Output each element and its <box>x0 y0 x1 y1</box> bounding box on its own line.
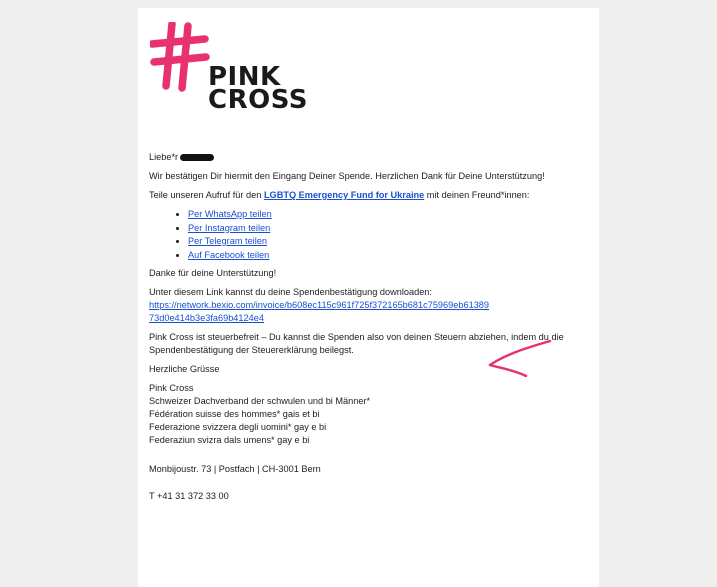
signature-line: Fédération suisse des hommes* gais et bi <box>149 409 320 419</box>
share-telegram-link[interactable]: Per Telegram teilen <box>188 236 267 246</box>
redacted-name <box>180 154 215 162</box>
pink-cross-logo: PINK CROSS <box>150 22 320 122</box>
address: Monbijoustr. 73 | Postfach | CH-3001 Ber… <box>149 464 321 474</box>
signature-line: Schweizer Dachverband der schwulen und b… <box>149 396 371 406</box>
share-intro: Teile unseren Aufruf für den LGBTQ Emerg… <box>149 189 589 202</box>
signature-line: Federaziun svizra dals umens* gay e bi <box>149 435 310 445</box>
fund-link[interactable]: LGBTQ Emergency Fund for Ukraine <box>264 190 424 200</box>
share-whatsapp-link[interactable]: Per WhatsApp teilen <box>188 209 272 219</box>
download-link[interactable]: https://network.bexio.com/invoice/b608ec… <box>149 299 494 325</box>
share-list: Per WhatsApp teilen Per Instagram teilen… <box>149 208 589 262</box>
signature-block: Pink Cross Schweizer Dachverband der sch… <box>149 382 589 503</box>
share-instagram-link[interactable]: Per Instagram teilen <box>188 223 270 233</box>
hand-drawn-arrow-icon <box>488 339 552 378</box>
email-body: PINK CROSS Liebe*r Wir bestätigen Dir hi… <box>138 8 599 587</box>
logo-wordmark: PINK CROSS <box>208 64 308 115</box>
download-block: Unter diesem Link kannst du deine Spende… <box>149 286 589 325</box>
confirmation-text: Wir bestätigen Dir hiermit den Eingang D… <box>149 171 545 181</box>
thanks-text: Danke für deine Unterstützung! <box>149 268 277 278</box>
share-intro-before: Teile unseren Aufruf für den <box>149 190 262 200</box>
greeting-line: Liebe*r <box>149 151 589 164</box>
phone: T +41 31 372 33 00 <box>149 491 229 501</box>
logo-line-cross: CROSS <box>208 85 308 115</box>
signature-line: Federazione svizzera degli uomini* gay e… <box>149 422 327 432</box>
list-item: Per WhatsApp teilen <box>188 208 589 222</box>
email-content: Liebe*r Wir bestätigen Dir hiermit den E… <box>149 151 589 503</box>
greeting: Liebe*r <box>149 152 179 162</box>
list-item: Per Telegram teilen <box>188 235 589 249</box>
share-intro-after: mit deinen Freund*innen: <box>426 190 530 200</box>
list-item: Auf Facebook teilen <box>188 249 589 263</box>
share-facebook-link[interactable]: Auf Facebook teilen <box>188 250 269 260</box>
list-item: Per Instagram teilen <box>188 222 589 236</box>
download-intro: Unter diesem Link kannst du deine Spende… <box>149 287 432 297</box>
